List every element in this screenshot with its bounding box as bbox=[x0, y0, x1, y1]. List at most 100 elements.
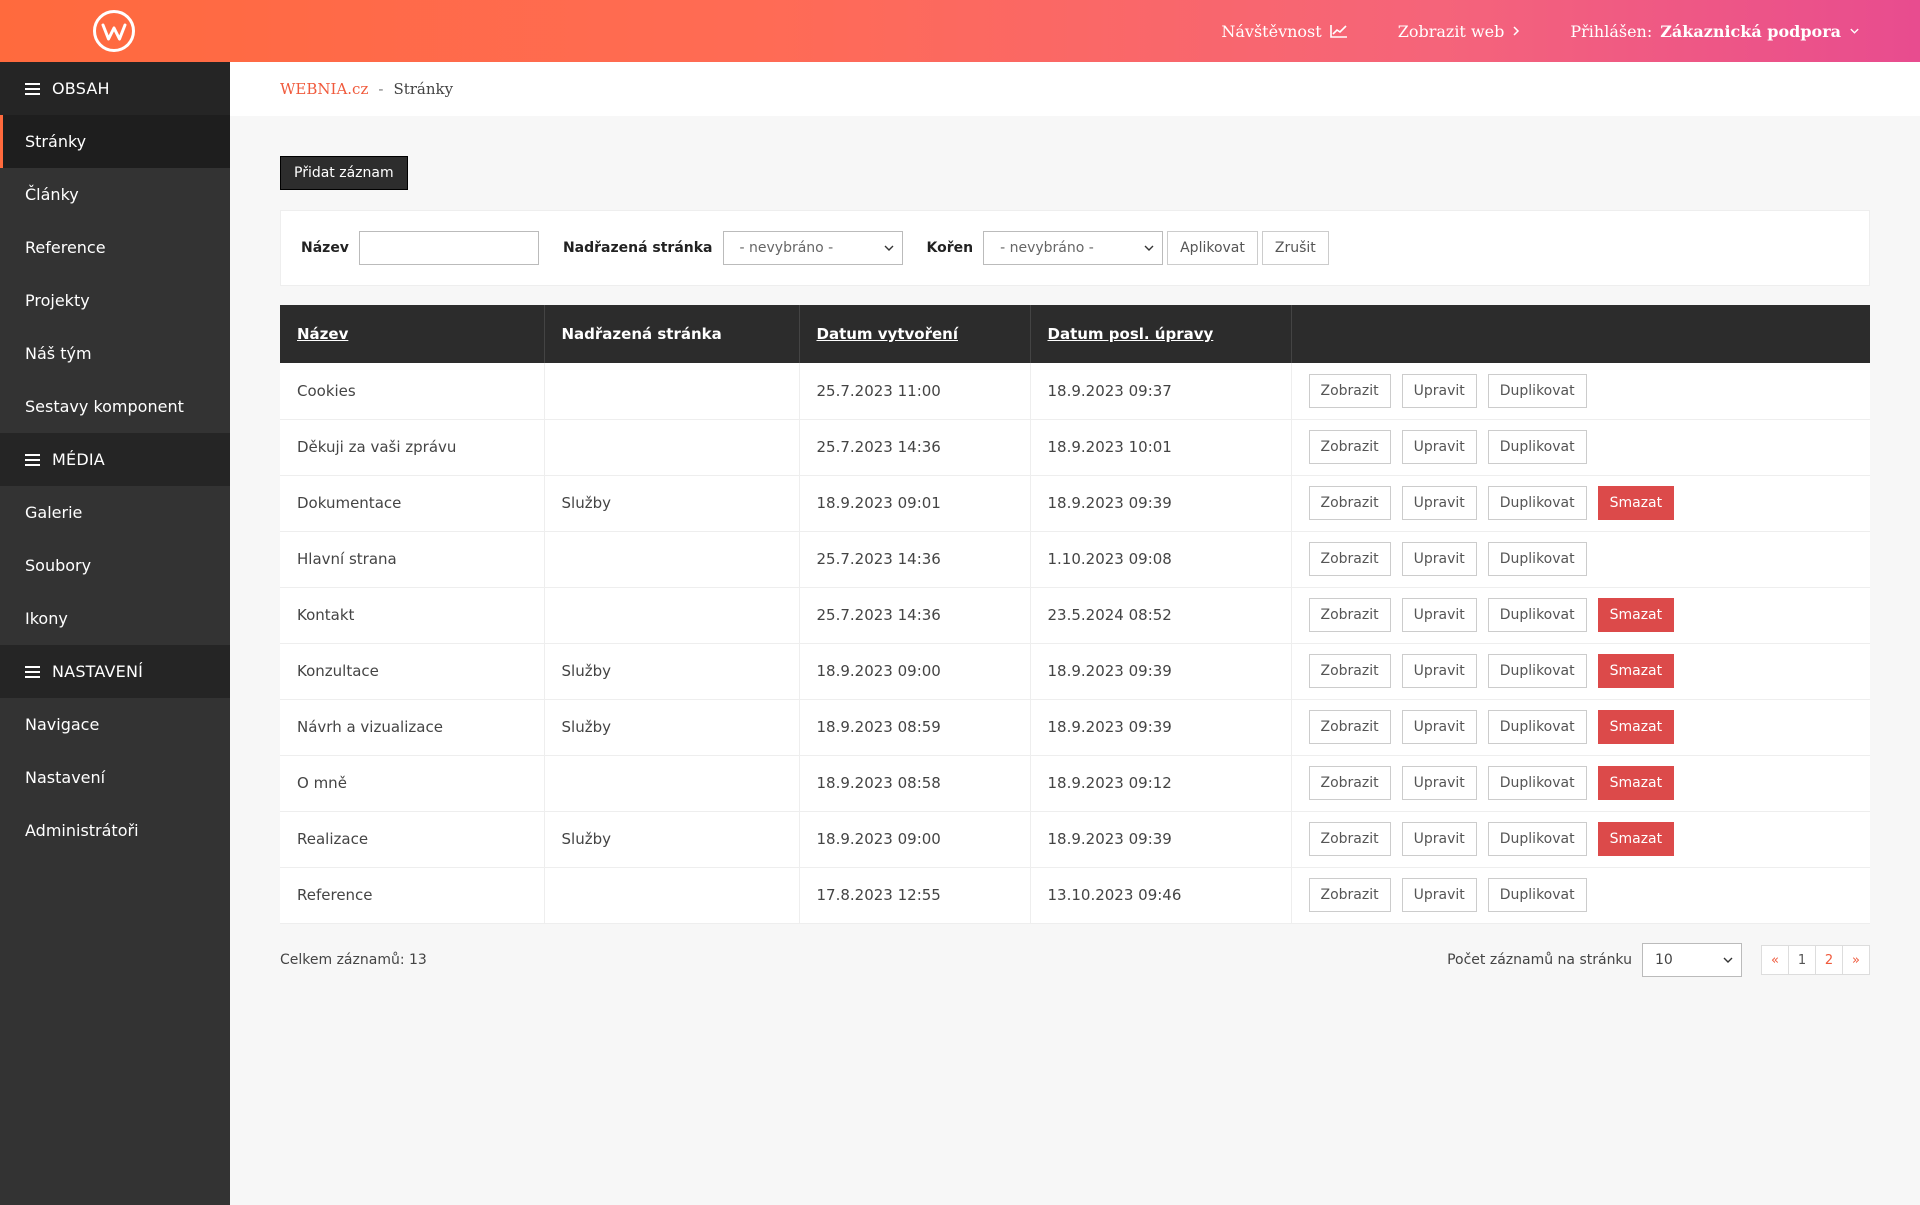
column-header-created[interactable]: Datum vytvoření bbox=[799, 305, 1031, 363]
edit-button[interactable]: Upravit bbox=[1401, 486, 1477, 520]
cell-actions: Zobrazit Upravit Duplikovat Smazat bbox=[1291, 643, 1870, 699]
edit-button[interactable]: Upravit bbox=[1401, 766, 1477, 800]
view-web-link[interactable]: Zobrazit web bbox=[1398, 22, 1521, 41]
cell-parent bbox=[544, 755, 800, 811]
pagination-prev[interactable]: « bbox=[1761, 945, 1789, 975]
filter-name-input[interactable] bbox=[358, 231, 539, 265]
pagination-page-1[interactable]: 1 bbox=[1788, 945, 1816, 975]
sidebar-item-label: Stránky bbox=[25, 132, 87, 151]
table-row: Děkuji za vaši zprávu 25.7.2023 14:36 18.9… bbox=[280, 419, 1870, 475]
duplicate-button[interactable]: Duplikovat bbox=[1487, 598, 1587, 632]
edit-button[interactable]: Upravit bbox=[1401, 710, 1477, 744]
sidebar-item-label: Nastavení bbox=[25, 768, 106, 787]
cell-modified: 23.5.2024 08:52 bbox=[1030, 587, 1292, 643]
cell-name: O mně bbox=[280, 755, 545, 811]
cell-actions: Zobrazit Upravit Duplikovat bbox=[1291, 531, 1870, 587]
add-record-button[interactable]: Přidat záznam bbox=[280, 156, 408, 190]
table-row: Cookies 25.7.2023 11:00 18.9.2023 09:37 Zob… bbox=[280, 363, 1870, 419]
duplicate-button[interactable]: Duplikovat bbox=[1487, 373, 1587, 408]
sidebar-item-nastaveni[interactable]: Nastavení bbox=[0, 751, 230, 804]
column-header-modified[interactable]: Datum posl. úpravy bbox=[1030, 305, 1292, 363]
cell-created: 18.9.2023 09:01 bbox=[799, 475, 1031, 531]
duplicate-button[interactable]: Duplikovat bbox=[1487, 766, 1587, 800]
delete-button[interactable]: Smazat bbox=[1597, 486, 1675, 520]
view-button[interactable]: Zobrazit bbox=[1308, 542, 1391, 576]
edit-button[interactable]: Upravit bbox=[1401, 598, 1477, 632]
sidebar-section-media[interactable]: MÉDIA bbox=[0, 433, 230, 486]
cell-modified: 18.9.2023 09:39 bbox=[1030, 643, 1292, 699]
duplicate-button[interactable]: Duplikovat bbox=[1487, 822, 1587, 856]
sidebar-item-clanky[interactable]: Články bbox=[0, 168, 230, 221]
sidebar-section-nastaveni[interactable]: NASTAVENÍ bbox=[0, 645, 230, 698]
cell-parent bbox=[544, 587, 800, 643]
view-button[interactable]: Zobrazit bbox=[1308, 710, 1391, 744]
sidebar-item-projekty[interactable]: Projekty bbox=[0, 274, 230, 327]
view-button[interactable]: Zobrazit bbox=[1308, 654, 1391, 688]
duplicate-button[interactable]: Duplikovat bbox=[1487, 710, 1587, 744]
delete-button[interactable]: Smazat bbox=[1597, 766, 1675, 800]
view-button[interactable]: Zobrazit bbox=[1308, 430, 1391, 464]
sidebar-section-obsah[interactable]: OBSAH bbox=[0, 62, 230, 115]
duplicate-button[interactable]: Duplikovat bbox=[1487, 486, 1587, 520]
user-name: Zákaznická podpora bbox=[1660, 21, 1841, 41]
pages-table: Název Nadřazená stránka Datum vytvoření … bbox=[280, 305, 1870, 924]
cell-created: 17.8.2023 12:55 bbox=[799, 867, 1031, 923]
edit-button[interactable]: Upravit bbox=[1401, 878, 1477, 912]
cell-actions: Zobrazit Upravit Duplikovat bbox=[1291, 363, 1870, 419]
filter-root-select[interactable]: - nevybráno - bbox=[983, 231, 1164, 265]
logo-w-icon bbox=[101, 23, 127, 41]
view-button[interactable]: Zobrazit bbox=[1308, 598, 1391, 632]
duplicate-button[interactable]: Duplikovat bbox=[1487, 430, 1587, 464]
delete-button[interactable]: Smazat bbox=[1597, 598, 1675, 632]
sidebar-item-soubory[interactable]: Soubory bbox=[0, 539, 230, 592]
view-button[interactable]: Zobrazit bbox=[1308, 878, 1391, 912]
pagination-next[interactable]: » bbox=[1842, 945, 1870, 975]
filter-bar: Název Nadřazená stránka - nevybráno - Ko… bbox=[280, 210, 1870, 286]
edit-button[interactable]: Upravit bbox=[1401, 373, 1477, 408]
stats-link[interactable]: Návštěvnost bbox=[1221, 22, 1347, 41]
edit-button[interactable]: Upravit bbox=[1401, 822, 1477, 856]
edit-button[interactable]: Upravit bbox=[1401, 430, 1477, 464]
table-row: O mně 18.9.2023 08:58 18.9.2023 09:12 Zobra… bbox=[280, 755, 1870, 811]
pagination-page-2[interactable]: 2 bbox=[1815, 945, 1843, 975]
duplicate-button[interactable]: Duplikovat bbox=[1487, 654, 1587, 688]
edit-button[interactable]: Upravit bbox=[1401, 542, 1477, 576]
view-button[interactable]: Zobrazit bbox=[1308, 766, 1391, 800]
per-page-select[interactable]: 10 bbox=[1642, 943, 1742, 977]
delete-button[interactable]: Smazat bbox=[1597, 654, 1675, 688]
sidebar-item-administratori[interactable]: Administrátoři bbox=[0, 804, 230, 857]
filter-parent-select[interactable]: - nevybráno - bbox=[722, 231, 903, 265]
total-records: Celkem záznamů: 13 bbox=[280, 952, 427, 968]
view-button[interactable]: Zobrazit bbox=[1308, 822, 1391, 856]
duplicate-button[interactable]: Duplikovat bbox=[1487, 542, 1587, 576]
sidebar-item-sestavy-komponent[interactable]: Sestavy komponent bbox=[0, 380, 230, 433]
filter-apply-button[interactable]: Aplikovat bbox=[1167, 231, 1258, 265]
webnia-logo[interactable] bbox=[93, 10, 135, 52]
column-header-name[interactable]: Název bbox=[280, 305, 545, 363]
breadcrumb-separator: - bbox=[378, 80, 384, 98]
view-button[interactable]: Zobrazit bbox=[1308, 486, 1391, 520]
edit-button[interactable]: Upravit bbox=[1401, 654, 1477, 688]
chevron-down-icon bbox=[1144, 245, 1154, 251]
table-row: Reference 17.8.2023 12:55 13.10.2023 09:46… bbox=[280, 867, 1870, 923]
delete-button[interactable]: Smazat bbox=[1597, 710, 1675, 744]
cell-created: 25.7.2023 14:36 bbox=[799, 531, 1031, 587]
sidebar-item-ikony[interactable]: Ikony bbox=[0, 592, 230, 645]
sidebar-item-navigace[interactable]: Navigace bbox=[0, 698, 230, 751]
cell-actions: Zobrazit Upravit Duplikovat Smazat bbox=[1291, 699, 1870, 755]
delete-button[interactable]: Smazat bbox=[1597, 822, 1675, 856]
cell-created: 25.7.2023 11:00 bbox=[799, 363, 1031, 419]
header-label: Datum vytvoření bbox=[816, 325, 958, 343]
view-web-label: Zobrazit web bbox=[1397, 21, 1505, 41]
view-button[interactable]: Zobrazit bbox=[1308, 373, 1391, 408]
sidebar-item-stranky[interactable]: Stránky bbox=[0, 115, 230, 168]
sidebar-item-galerie[interactable]: Galerie bbox=[0, 486, 230, 539]
breadcrumb-root-link[interactable]: WEBNIA.cz bbox=[280, 80, 368, 98]
duplicate-button[interactable]: Duplikovat bbox=[1487, 878, 1587, 912]
sidebar-item-nas-tym[interactable]: Náš tým bbox=[0, 327, 230, 380]
cell-created: 18.9.2023 09:00 bbox=[799, 643, 1031, 699]
sidebar: OBSAH Stránky Články Reference Projekty … bbox=[0, 62, 230, 1205]
filter-cancel-button[interactable]: Zrušit bbox=[1261, 231, 1329, 265]
sidebar-item-reference[interactable]: Reference bbox=[0, 221, 230, 274]
user-menu[interactable]: Přihlášen: Zákaznická podpora bbox=[1570, 22, 1860, 41]
